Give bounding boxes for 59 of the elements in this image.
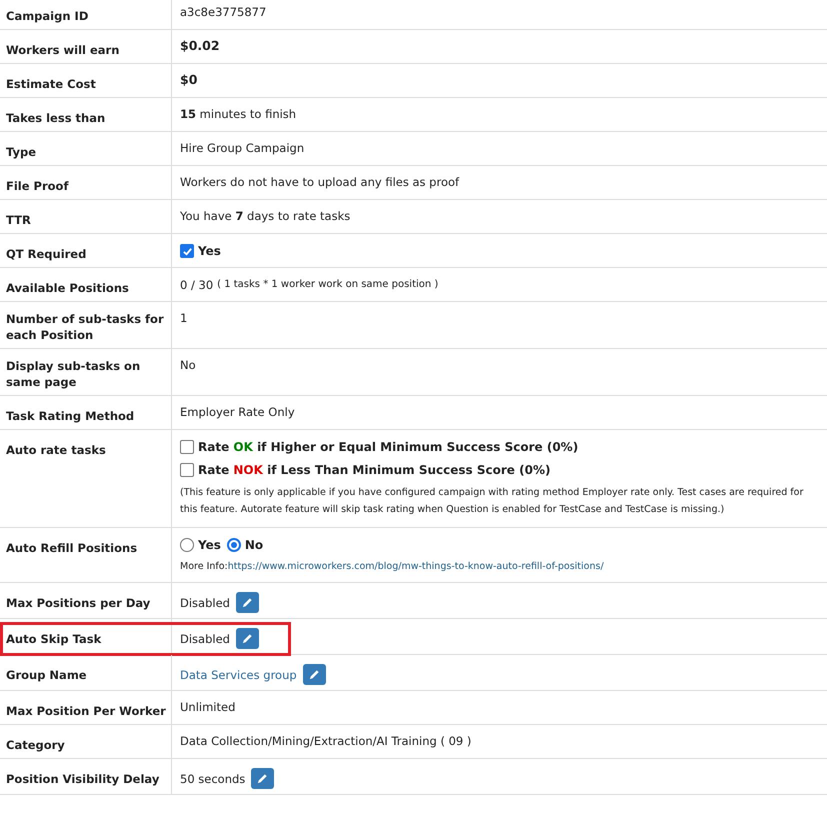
- field-label: Max Positions per Day: [6, 595, 150, 611]
- radio-button[interactable]: [180, 538, 194, 552]
- info-link[interactable]: https://www.microworkers.com/blog/mw-things-to-know-auto-refill-of-positions/: [228, 561, 604, 572]
- pencil-icon: [240, 596, 254, 609]
- pencil-icon: [240, 632, 254, 645]
- field-label: Workers will earn: [6, 42, 120, 58]
- radio-label: No: [244, 537, 264, 553]
- field-label: QT Required: [6, 246, 86, 262]
- checkbox-label: Rate OK if Higher or Equal Minimum Success Score (0%): [198, 439, 578, 455]
- field-value: Hire Group Campaign: [180, 140, 304, 156]
- field-value: 50 seconds: [180, 770, 246, 786]
- field-label: Display sub-tasks on same page: [6, 358, 142, 390]
- edit-button[interactable]: [302, 664, 326, 685]
- checkbox-label: Yes: [198, 243, 221, 259]
- checkbox[interactable]: [180, 463, 194, 477]
- radio-label: Yes: [198, 537, 221, 553]
- field-label: Takes less than: [6, 110, 106, 126]
- field-label: File Proof: [6, 178, 68, 194]
- pencil-icon: [256, 772, 270, 785]
- field-label: Category: [6, 737, 65, 753]
- field-label: Campaign ID: [6, 8, 88, 24]
- field-value: a3c8e3775877: [180, 4, 266, 20]
- field-label: Type: [6, 144, 36, 160]
- field-value: 15 minutes to finish: [180, 106, 296, 122]
- field-label: Position Visibility Delay: [6, 771, 160, 787]
- edit-button[interactable]: [251, 768, 274, 789]
- field-value: Disabled: [180, 630, 230, 646]
- field-value: No: [180, 357, 196, 373]
- field-label: Auto Skip Task: [6, 631, 102, 647]
- field-label: Number of sub-tasks for each Position: [6, 311, 165, 343]
- field-value: Unlimited: [180, 699, 236, 715]
- field-label: Task Rating Method: [6, 408, 134, 424]
- field-value: Workers do not have to upload any files as proof: [180, 174, 460, 190]
- checkbox-label: Rate NOK if Less Than Minimum Success Score (0%): [198, 462, 550, 478]
- group-link[interactable]: Data Services group: [180, 666, 297, 682]
- feature-note: (This feature is only applicable if you have configured campaign with rating method Employer rate only. Test cases are required for this feature. Autorate feature will skip task rating when Question is enabled for TestCase and TestCase is missing.): [180, 486, 804, 517]
- checkbox[interactable]: [180, 440, 194, 454]
- field-value: Employer Rate Only: [180, 404, 295, 420]
- radio-button[interactable]: [226, 538, 241, 552]
- field-value: You have 7 days to rate tasks: [180, 208, 350, 224]
- field-value: $0: [180, 72, 198, 88]
- field-label: Max Position Per Worker: [6, 703, 166, 719]
- edit-button[interactable]: [236, 628, 259, 649]
- field-value: Disabled: [180, 594, 230, 610]
- field-label: TTR: [6, 212, 31, 228]
- field-label: Group Name: [6, 667, 87, 683]
- field-label: Estimate Cost: [6, 76, 96, 92]
- field-value: 1: [180, 310, 188, 326]
- info-label: More Info:: [180, 561, 228, 572]
- positions-note: ( 1 tasks * 1 worker work on same position ): [217, 278, 438, 292]
- edit-button[interactable]: [236, 592, 259, 613]
- field-label: Auto Refill Positions: [6, 540, 138, 556]
- field-label: Auto rate tasks: [6, 442, 106, 458]
- field-value: 0 / 30: [180, 277, 214, 293]
- pencil-icon: [308, 668, 321, 681]
- checkbox[interactable]: [180, 244, 194, 258]
- field-value: $0.02: [180, 38, 220, 54]
- field-label: Available Positions: [6, 280, 129, 296]
- field-value: Data Collection/Mining/Extraction/AI Training ( 09 ): [180, 733, 472, 749]
